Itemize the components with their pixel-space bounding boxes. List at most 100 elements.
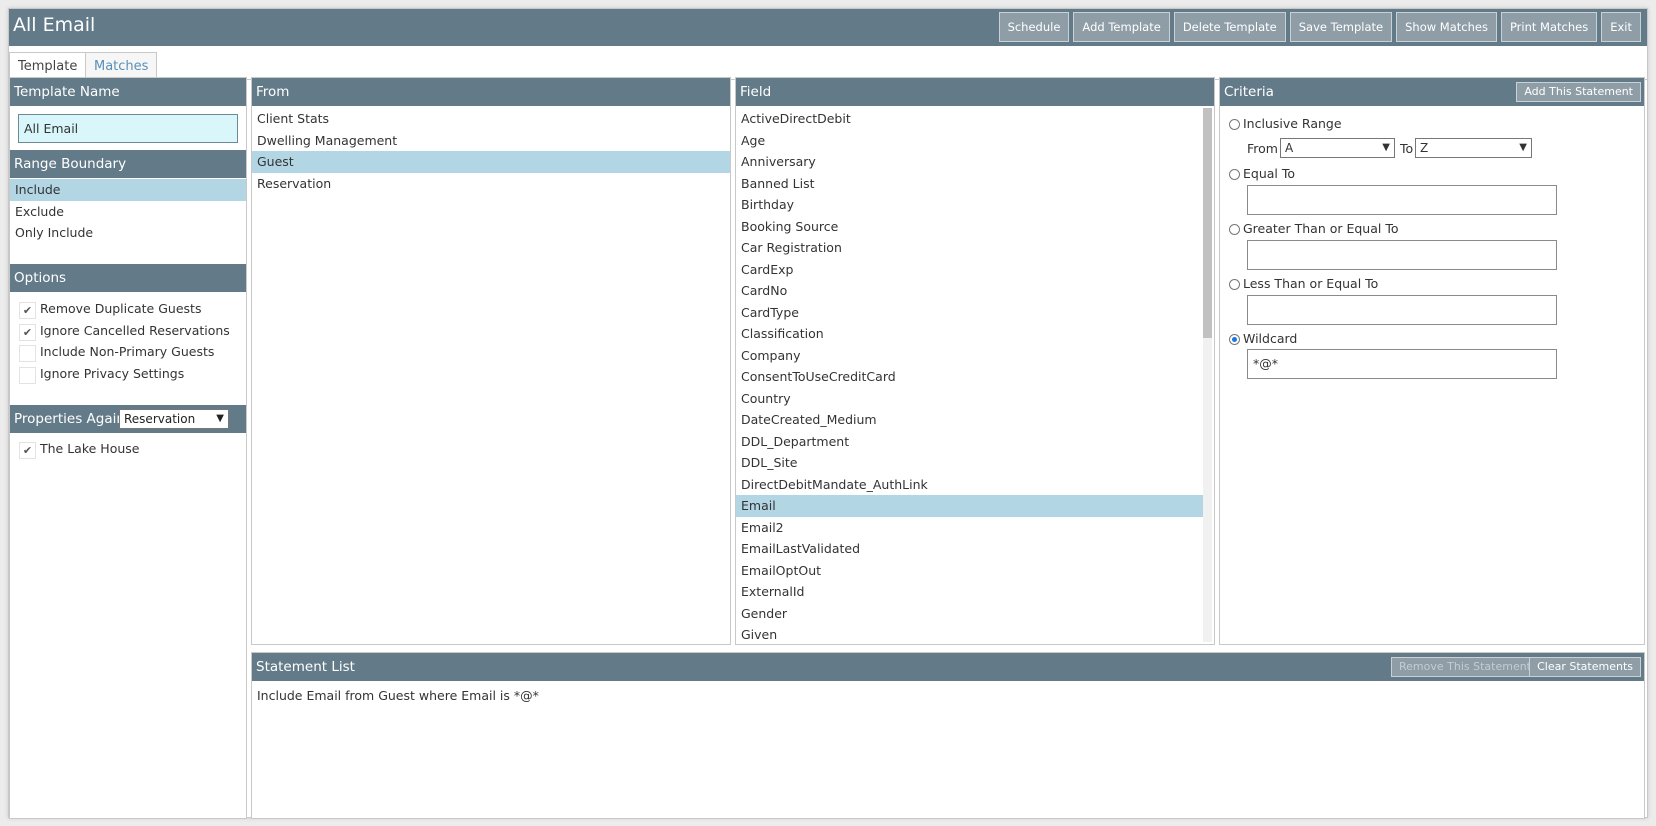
left-column: Template Name All Email Range Boundary I… bbox=[9, 77, 247, 819]
inclusive-range-label: Inclusive Range bbox=[1243, 116, 1342, 131]
field-item[interactable]: ConsentToUseCreditCard bbox=[736, 366, 1203, 388]
checkbox-icon[interactable] bbox=[19, 345, 36, 362]
chevron-down-icon: ▼ bbox=[1382, 142, 1390, 153]
from-item[interactable]: Client Stats bbox=[252, 108, 730, 130]
properties-header: Properties Against Reservation ▼ bbox=[10, 405, 246, 433]
field-item[interactable]: CardExp bbox=[736, 259, 1203, 281]
from-header: From bbox=[252, 78, 730, 106]
field-item[interactable]: Given bbox=[736, 624, 1203, 644]
exit-button[interactable]: Exit bbox=[1601, 12, 1641, 42]
radio-icon[interactable] bbox=[1229, 119, 1240, 130]
properties-against-select[interactable]: Reservation ▼ bbox=[119, 409, 229, 429]
properties-list: ✔ The Lake House bbox=[10, 438, 246, 460]
field-item[interactable]: DirectDebitMandate_AuthLink bbox=[736, 474, 1203, 496]
from-label: From bbox=[1247, 141, 1278, 156]
print-matches-button[interactable]: Print Matches bbox=[1500, 12, 1598, 42]
option-label: Ignore Privacy Settings bbox=[40, 365, 185, 381]
field-item[interactable]: EmailLastValidated bbox=[736, 538, 1203, 560]
field-item[interactable]: Gender bbox=[736, 603, 1203, 625]
range-item-only-include[interactable]: Only Include bbox=[10, 222, 246, 244]
range-from-select[interactable]: A ▼ bbox=[1280, 138, 1395, 158]
title-bar: All Email Schedule Add Template Delete T… bbox=[9, 9, 1647, 46]
checkbox-icon[interactable] bbox=[19, 366, 36, 384]
add-statement-button[interactable]: Add This Statement bbox=[1516, 82, 1641, 102]
field-item[interactable]: Car Registration bbox=[736, 237, 1203, 259]
field-item[interactable]: Anniversary bbox=[736, 151, 1203, 173]
show-matches-button[interactable]: Show Matches bbox=[1396, 12, 1497, 42]
from-item[interactable]: Dwelling Management bbox=[252, 130, 730, 152]
option-ignore-cancelled-reservations[interactable]: ✔ Ignore Cancelled Reservations bbox=[10, 320, 246, 342]
field-item[interactable]: Age bbox=[736, 130, 1203, 152]
gte-option[interactable]: Greater Than or Equal To bbox=[1229, 221, 1399, 236]
field-item[interactable]: DateCreated_Medium bbox=[736, 409, 1203, 431]
range-item-exclude[interactable]: Exclude bbox=[10, 201, 246, 223]
delete-template-button[interactable]: Delete Template bbox=[1173, 12, 1286, 42]
remove-statement-button[interactable]: Remove This Statement bbox=[1391, 657, 1539, 677]
statement-item[interactable]: Include Email from Guest where Email is … bbox=[252, 685, 1644, 707]
from-item[interactable]: Reservation bbox=[252, 173, 730, 195]
field-item[interactable]: Company bbox=[736, 345, 1203, 367]
field-item[interactable]: DDL_Site bbox=[736, 452, 1203, 474]
field-item[interactable]: CardNo bbox=[736, 280, 1203, 302]
range-to-select[interactable]: Z ▼ bbox=[1415, 138, 1532, 158]
from-item[interactable]: Guest bbox=[252, 151, 730, 173]
template-name-input[interactable]: All Email bbox=[18, 114, 238, 143]
inclusive-range-option[interactable]: Inclusive Range bbox=[1229, 116, 1342, 131]
range-to-value: Z bbox=[1420, 141, 1429, 155]
range-boundary-header: Range Boundary bbox=[10, 150, 246, 178]
radio-icon[interactable] bbox=[1229, 169, 1240, 180]
toolbar: Schedule Add Template Delete Template Sa… bbox=[998, 12, 1641, 42]
tab-matches[interactable]: Matches bbox=[85, 52, 158, 80]
lte-option[interactable]: Less Than or Equal To bbox=[1229, 276, 1378, 291]
from-list: Client Stats Dwelling Management Guest R… bbox=[252, 106, 730, 194]
properties-select-value: Reservation bbox=[124, 412, 196, 426]
field-item[interactable]: Email bbox=[736, 495, 1203, 517]
checkbox-checked-icon[interactable]: ✔ bbox=[19, 302, 36, 319]
clear-statements-button[interactable]: Clear Statements bbox=[1529, 657, 1641, 677]
option-ignore-privacy-settings[interactable]: Ignore Privacy Settings bbox=[10, 363, 246, 385]
field-item[interactable]: DDL_Department bbox=[736, 431, 1203, 453]
checkbox-checked-icon[interactable]: ✔ bbox=[19, 442, 36, 459]
chevron-down-icon: ▼ bbox=[1519, 142, 1527, 153]
field-item[interactable]: Banned List bbox=[736, 173, 1203, 195]
field-item[interactable]: Country bbox=[736, 388, 1203, 410]
option-include-non-primary-guests[interactable]: Include Non-Primary Guests bbox=[10, 341, 246, 363]
range-boundary-list: Include Exclude Only Include bbox=[10, 179, 246, 244]
chevron-down-icon: ▼ bbox=[216, 413, 224, 424]
field-panel: Field ActiveDirectDebit Age Anniversary … bbox=[735, 77, 1215, 645]
field-item[interactable]: ExternalId bbox=[736, 581, 1203, 603]
page-title: All Email bbox=[13, 14, 96, 36]
field-item[interactable]: ActiveDirectDebit bbox=[736, 108, 1203, 130]
property-the-lake-house[interactable]: ✔ The Lake House bbox=[10, 438, 246, 460]
field-item[interactable]: CardType bbox=[736, 302, 1203, 324]
radio-icon[interactable] bbox=[1229, 224, 1240, 235]
statement-list-panel: Statement List Remove This Statement Cle… bbox=[251, 652, 1645, 819]
checkbox-checked-icon[interactable]: ✔ bbox=[19, 323, 36, 341]
range-from-value: A bbox=[1285, 141, 1294, 155]
main-window: All Email Schedule Add Template Delete T… bbox=[8, 8, 1648, 819]
lte-label: Less Than or Equal To bbox=[1243, 276, 1379, 291]
statement-list-title: Statement List bbox=[256, 659, 355, 675]
tab-bar: Template Matches bbox=[9, 52, 1647, 81]
field-item[interactable]: EmailOptOut bbox=[736, 560, 1203, 582]
option-remove-duplicate-guests[interactable]: ✔ Remove Duplicate Guests bbox=[10, 298, 246, 320]
wildcard-input[interactable]: *@* bbox=[1247, 349, 1557, 379]
radio-selected-icon[interactable] bbox=[1229, 334, 1240, 345]
option-label: Ignore Cancelled Reservations bbox=[40, 322, 230, 338]
schedule-button[interactable]: Schedule bbox=[998, 12, 1070, 42]
field-item[interactable]: Classification bbox=[736, 323, 1203, 345]
lte-input[interactable] bbox=[1247, 295, 1557, 325]
wildcard-option[interactable]: Wildcard bbox=[1229, 331, 1297, 346]
field-item[interactable]: Email2 bbox=[736, 517, 1203, 539]
save-template-button[interactable]: Save Template bbox=[1289, 12, 1393, 42]
field-scrollbar-thumb[interactable] bbox=[1203, 108, 1212, 338]
field-item[interactable]: Birthday bbox=[736, 194, 1203, 216]
gte-input[interactable] bbox=[1247, 240, 1557, 270]
equal-to-input[interactable] bbox=[1247, 185, 1557, 215]
add-template-button[interactable]: Add Template bbox=[1073, 12, 1170, 42]
radio-icon[interactable] bbox=[1229, 279, 1240, 290]
equal-to-option[interactable]: Equal To bbox=[1229, 166, 1295, 181]
field-item[interactable]: Booking Source bbox=[736, 216, 1203, 238]
range-item-include[interactable]: Include bbox=[10, 179, 246, 201]
field-scrollbar[interactable] bbox=[1203, 108, 1212, 642]
